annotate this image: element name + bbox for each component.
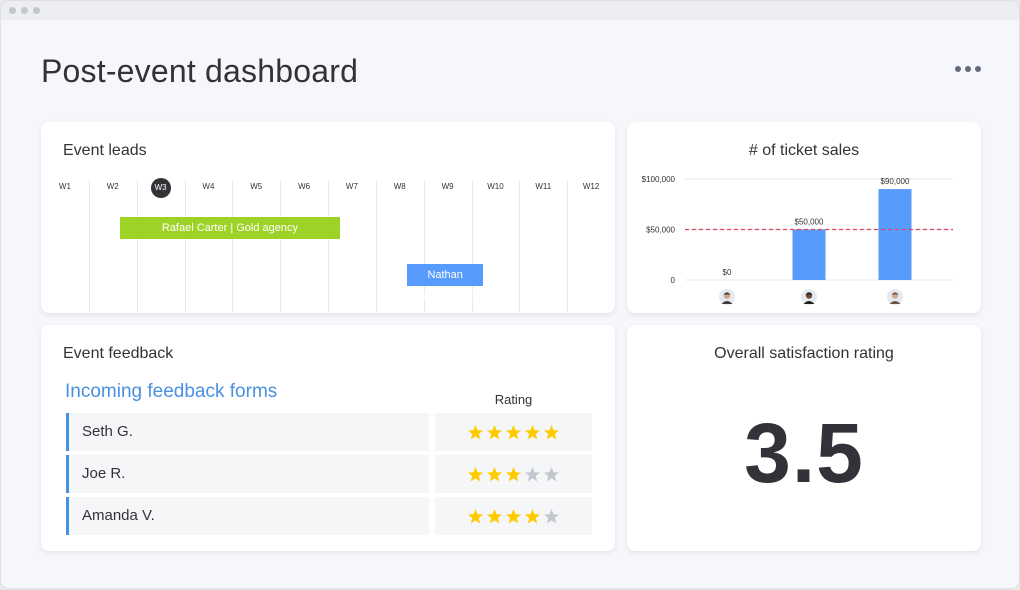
ticket-sales-chart: 0 $50,000 $100,000 $0 $50,000 $90,000 (642, 175, 953, 305)
star-filled-icon (487, 424, 502, 439)
lead-timeline-bar[interactable]: Nathan Cisneros | EPC (406, 264, 484, 303)
ticket-sales-widget: # of ticket sales 0 $50,000 $100,000 $0 $50,… (627, 122, 981, 313)
week-column (184, 180, 233, 312)
week-column (41, 180, 89, 312)
star-empty-icon (544, 466, 559, 481)
week-label: W6 (298, 182, 311, 191)
window-close-dot[interactable] (9, 7, 16, 14)
feedback-row[interactable]: Seth G. (66, 413, 592, 451)
star-rating[interactable] (435, 413, 592, 451)
week-label: W8 (393, 182, 406, 191)
lead-timeline-bar[interactable]: Rafael Carter | Gold agency (119, 217, 340, 239)
more-options-icon[interactable] (955, 64, 981, 74)
star-filled-icon (468, 508, 483, 523)
week-column (519, 180, 567, 312)
week-label: W4 (202, 182, 215, 191)
bar-value-label: $0 (723, 268, 732, 277)
week-column (280, 180, 328, 312)
star-empty-icon (544, 508, 559, 523)
week-column (567, 180, 615, 312)
star-empty-icon (525, 466, 540, 481)
week-column (328, 180, 376, 312)
satisfaction-value: 3.5 (744, 406, 864, 500)
more-dot (975, 66, 981, 72)
event-feedback-title: Event feedback (63, 345, 174, 362)
week-label: W2 (106, 182, 119, 191)
event-feedback-widget: Event feedback Incoming feedback forms R… (41, 325, 615, 551)
event-leads-title: Event leads (63, 142, 147, 159)
sales-bar (792, 229, 826, 280)
star-filled-icon (487, 508, 502, 523)
feedback-row[interactable]: Joe R. (66, 455, 592, 493)
app-window: Post-event dashboard Event leads W1 W2 W3 W… (1, 1, 1019, 588)
week-column (232, 180, 280, 312)
bar-value-label: $90,000 (881, 177, 910, 186)
event-leads-widget: Event leads W1 W2 W3 W4 W5 W6 W7 W8 W9 W10 W11 W12 R… (41, 122, 615, 313)
rating-column-header: Rating (494, 392, 533, 407)
star-filled-icon (468, 424, 483, 439)
star-filled-icon (506, 424, 521, 439)
y-tick-label: 0 (671, 276, 676, 285)
bar-value-label: $50,000 (795, 218, 824, 227)
week-label: W11 (535, 182, 552, 191)
week-label: W1 (58, 182, 71, 191)
feedback-name: Amanda V. (66, 497, 429, 535)
sales-bar (878, 189, 912, 280)
window-titlebar (1, 1, 1019, 20)
y-tick-label: $100,000 (642, 175, 676, 184)
week-label: W5 (250, 182, 263, 191)
star-filled-icon (487, 466, 502, 481)
week-label: W9 (441, 182, 454, 191)
week-column (136, 180, 185, 312)
star-filled-icon (468, 466, 483, 481)
feedback-name: Joe R. (66, 455, 429, 493)
week-column (88, 180, 137, 312)
window-maximize-dot[interactable] (33, 7, 40, 14)
feedback-forms-subtitle[interactable]: Incoming feedback forms (65, 381, 277, 403)
feedback-name: Seth G. (66, 413, 429, 451)
window-minimize-dot[interactable] (21, 7, 28, 14)
week-label: W12 (582, 182, 600, 191)
more-dot (965, 66, 971, 72)
satisfaction-title: Overall satisfaction rating (714, 345, 894, 362)
star-filled-icon (525, 508, 540, 523)
page-title: Post-event dashboard (41, 53, 359, 89)
week-label: W10 (487, 182, 504, 191)
star-filled-icon (506, 508, 521, 523)
feedback-row[interactable]: Amanda V. (66, 497, 592, 535)
satisfaction-widget: Overall satisfaction rating 3.5 (627, 325, 981, 551)
week-label: W7 (345, 182, 358, 191)
dashboard-page: Post-event dashboard Event leads W1 W2 W3 W… (1, 20, 1019, 588)
more-dot (955, 66, 961, 72)
star-rating[interactable] (435, 455, 592, 493)
star-filled-icon (506, 466, 521, 481)
star-filled-icon (544, 424, 559, 439)
y-tick-label: $50,000 (646, 226, 675, 235)
star-rating[interactable] (435, 497, 592, 535)
star-filled-icon (525, 424, 540, 439)
current-week-marker[interactable]: W3 (150, 178, 171, 198)
